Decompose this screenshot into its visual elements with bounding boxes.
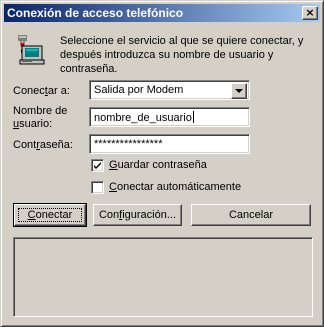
dialog-window: Conexión de acceso telefónico × Seleccio…: [0, 0, 324, 327]
password-value: ****************: [94, 138, 163, 150]
auto-connect-checkbox[interactable]: [91, 181, 104, 194]
cancel-button[interactable]: Cancelar: [191, 204, 311, 226]
instructions-text: Seleccione el servicio al que se quiere …: [60, 35, 304, 75]
save-password-label[interactable]: Guardar contraseña: [109, 159, 207, 172]
title-bar[interactable]: Conexión de acceso telefónico ×: [4, 4, 320, 22]
checkmark-icon: [94, 162, 101, 169]
text-caret: [192, 111, 194, 123]
dialup-computer-icon: [13, 33, 47, 67]
connect-button[interactable]: Conectar: [13, 203, 87, 227]
status-pane: [13, 237, 313, 317]
window-title: Conexión de acceso telefónico: [7, 6, 184, 20]
username-label: Nombre de usuario:: [13, 105, 68, 130]
password-label: Contraseña:: [13, 139, 73, 151]
chevron-down-icon[interactable]: [231, 83, 247, 99]
close-button[interactable]: ×: [302, 6, 318, 20]
save-password-checkbox[interactable]: [91, 159, 104, 172]
connect-to-label: Conectar a:: [13, 85, 70, 97]
password-field[interactable]: ****************: [89, 134, 250, 154]
connect-to-value: Salida por Modem: [94, 84, 184, 96]
username-value: nombre_de_usuario: [94, 112, 192, 124]
configuration-button[interactable]: Configuración...: [93, 204, 182, 226]
close-icon: ×: [305, 6, 315, 19]
connect-to-dropdown[interactable]: Salida por Modem: [89, 80, 250, 100]
username-field[interactable]: nombre_de_usuario: [89, 107, 250, 127]
auto-connect-label[interactable]: Conectar automáticamente: [109, 181, 241, 194]
